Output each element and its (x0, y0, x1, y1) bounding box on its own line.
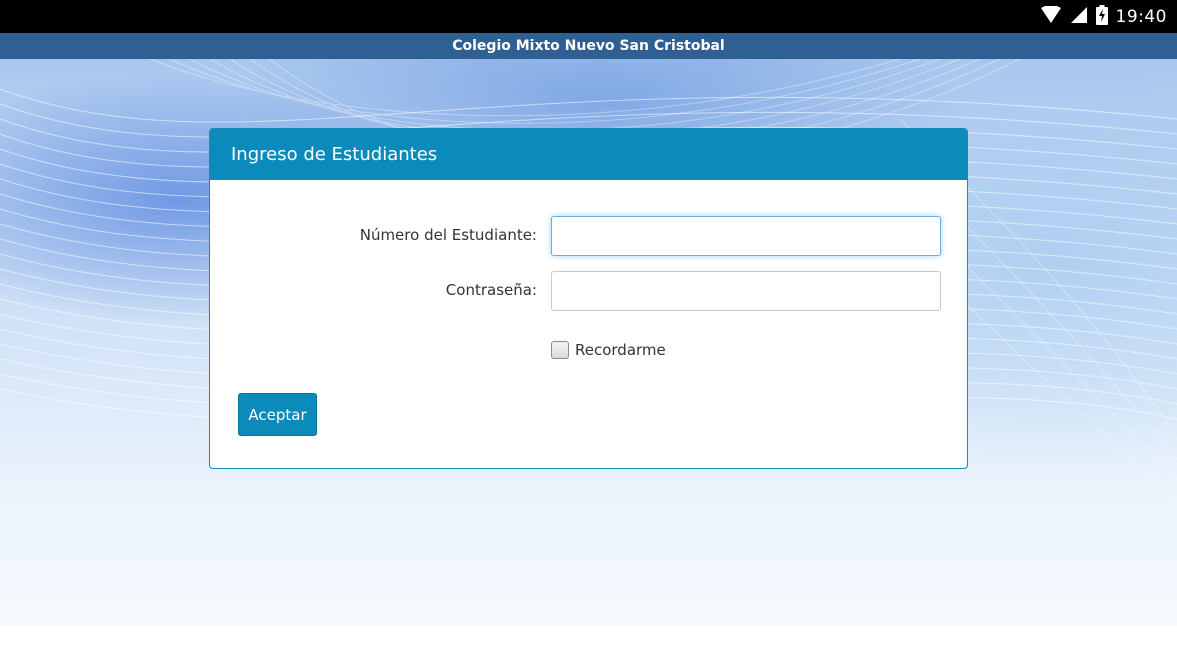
battery-charging-icon (1095, 4, 1108, 29)
status-icons: 19:40 (1040, 4, 1168, 29)
cell-signal-icon (1070, 6, 1088, 28)
password-row: Contraseña: (210, 271, 967, 311)
login-panel: Ingreso de Estudiantes Número del Estudi… (209, 128, 968, 469)
student-number-row: Número del Estudiante: (210, 216, 967, 256)
remember-checkbox[interactable] (551, 341, 569, 359)
panel-header: Ingreso de Estudiantes (210, 129, 967, 180)
password-label: Contraseña: (445, 281, 537, 299)
app-bar: Colegio Mixto Nuevo San Cristobal (0, 33, 1177, 59)
screen: 19:40 Colegio Mixto Nuevo San Cristobal (0, 0, 1177, 660)
password-input[interactable] (551, 271, 941, 311)
app-title: Colegio Mixto Nuevo San Cristobal (452, 38, 725, 54)
accept-button[interactable]: Aceptar (238, 393, 317, 436)
status-time: 19:40 (1115, 6, 1167, 27)
status-bar: 19:40 (0, 0, 1177, 33)
remember-label: Recordarme (575, 341, 666, 359)
bottom-area (0, 626, 1177, 660)
student-number-input[interactable] (551, 216, 941, 256)
remember-me[interactable]: Recordarme (551, 341, 666, 359)
student-number-label: Número del Estudiante: (359, 226, 537, 244)
wifi-icon (1040, 4, 1062, 28)
panel-title: Ingreso de Estudiantes (231, 144, 438, 165)
